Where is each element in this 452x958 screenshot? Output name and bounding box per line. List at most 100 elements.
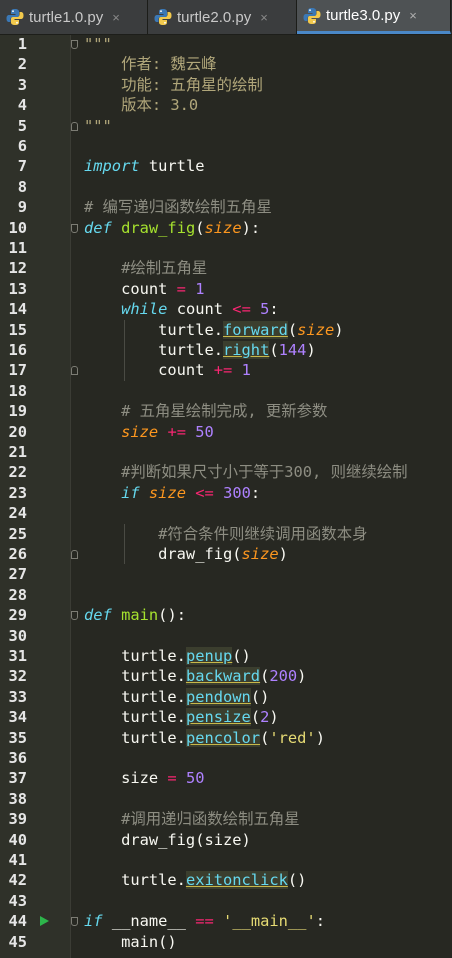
- fold-start-icon[interactable]: [71, 40, 78, 49]
- code-token: size: [84, 769, 168, 788]
- code-line[interactable]: if __name__ == '__main__':: [84, 911, 325, 931]
- line-number: 36: [8, 749, 27, 767]
- code-token: 5: [260, 300, 270, 319]
- line-number: 1: [17, 35, 27, 53]
- code-line[interactable]: turtle.forward(size): [84, 320, 344, 340]
- code-line[interactable]: """: [84, 34, 112, 54]
- code-line[interactable]: def draw_fig(size):: [84, 218, 260, 238]
- indent-guide: [124, 319, 125, 381]
- code-token: turtle.: [84, 341, 223, 359]
- code-token: #调用递归函数绘制五角星: [84, 810, 300, 829]
- tab-label: turtle2.0.py: [177, 8, 252, 26]
- code-line[interactable]: 版本: 3.0: [84, 95, 198, 115]
- line-number: 44: [8, 912, 27, 931]
- tab-turtle1-0-py[interactable]: turtle1.0.py ×: [0, 0, 148, 34]
- code-token: penup: [185, 647, 233, 665]
- code-line[interactable]: turtle.pencolor('red'): [84, 728, 325, 748]
- code-line[interactable]: size = 50: [84, 768, 205, 788]
- line-number: 23: [8, 483, 27, 502]
- code-token: ):: [241, 218, 261, 237]
- code-line[interactable]: """: [84, 116, 112, 136]
- close-icon[interactable]: ×: [112, 10, 120, 25]
- code-line[interactable]: size += 50: [84, 422, 214, 442]
- code-line[interactable]: count = 1: [84, 279, 204, 299]
- code-token: ): [306, 341, 316, 359]
- code-editor[interactable]: 1 2 3 4 5 6 7 8 9 10 11 12 13 14 15 16 17 18 19 20 21 22 23 24 2…: [0, 35, 452, 958]
- code-line[interactable]: turtle.exitonclick(): [84, 870, 306, 890]
- code-line[interactable]: def main():: [84, 605, 186, 625]
- line-number: 41: [8, 851, 27, 869]
- code-line[interactable]: #绘制五角星: [84, 258, 207, 278]
- line-number: 7: [17, 157, 27, 176]
- code-line[interactable]: turtle.penup(): [84, 646, 251, 666]
- line-number: 28: [8, 585, 27, 604]
- code-line[interactable]: 作者: 魏云峰: [84, 54, 217, 74]
- code-line[interactable]: #调用递归函数绘制五角星: [84, 809, 300, 829]
- line-number: 10: [8, 218, 27, 237]
- code-line[interactable]: turtle.backward(200): [84, 666, 306, 686]
- tab-turtle3-0-py[interactable]: turtle3.0.py ×: [297, 0, 451, 34]
- line-number: 13: [8, 279, 27, 298]
- code-line[interactable]: main(): [84, 932, 177, 952]
- code-line[interactable]: # 编写递归函数绘制五角星: [84, 197, 272, 217]
- code-line[interactable]: if size <= 300:: [84, 483, 260, 503]
- code-line[interactable]: draw_fig(size): [84, 830, 251, 850]
- code-token: (): [250, 687, 270, 706]
- line-number: 12: [8, 259, 27, 278]
- fold-end-icon[interactable]: [71, 550, 78, 559]
- fold-start-icon[interactable]: [71, 611, 78, 621]
- code-token: 1: [241, 361, 251, 380]
- code-line[interactable]: #符合条件则继续调用函数本身: [84, 524, 367, 544]
- code-token: ): [334, 320, 344, 339]
- code-token: turtle.: [84, 320, 223, 339]
- code-token: ): [269, 708, 279, 727]
- line-number: 15: [8, 320, 27, 339]
- python-file-icon: [6, 8, 24, 26]
- code-line[interactable]: turtle.right(144): [84, 340, 316, 360]
- line-number: 4: [17, 96, 27, 115]
- code-token: ): [297, 667, 307, 686]
- code-token: turtle.: [84, 728, 186, 747]
- code-token: draw_fig: [121, 218, 196, 237]
- line-number: 5: [17, 116, 27, 135]
- code-line[interactable]: turtle.pensize(2): [84, 707, 279, 727]
- code-token: """: [84, 35, 112, 53]
- fold-start-icon[interactable]: [71, 917, 78, 927]
- code-line[interactable]: # 五角星绘制完成, 更新参数: [84, 401, 327, 421]
- code-token: if: [84, 912, 103, 931]
- code-token: (: [269, 341, 279, 359]
- code-token: <=: [195, 483, 214, 502]
- code-token: # 五角星绘制完成, 更新参数: [84, 402, 328, 421]
- line-number: 20: [8, 422, 27, 441]
- code-line[interactable]: 功能: 五角星的绘制: [84, 75, 263, 95]
- code-line[interactable]: while count <= 5:: [84, 299, 279, 319]
- code-token: __name__: [102, 912, 196, 931]
- code-token: import: [84, 157, 140, 176]
- code-token: 50: [185, 769, 205, 788]
- code-token: pencolor: [185, 728, 261, 747]
- code-area[interactable]: """ 作者: 魏云峰 功能: 五角星的绘制 版本: 3.0 """ import …: [70, 35, 452, 958]
- code-line[interactable]: import turtle: [84, 156, 204, 176]
- close-icon[interactable]: ×: [409, 8, 417, 23]
- code-token: """: [84, 116, 112, 135]
- run-icon[interactable]: [40, 916, 49, 927]
- close-icon[interactable]: ×: [260, 10, 268, 25]
- tab-label: turtle3.0.py: [326, 7, 401, 24]
- fold-start-icon[interactable]: [71, 223, 78, 233]
- fold-end-icon[interactable]: [71, 366, 78, 376]
- tab-turtle2-0-py[interactable]: turtle2.0.py ×: [148, 0, 297, 34]
- code-token: draw_fig(: [84, 545, 242, 563]
- fold-end-icon[interactable]: [71, 121, 78, 131]
- code-line[interactable]: turtle.pendown(): [84, 687, 269, 707]
- code-line[interactable]: count += 1: [84, 360, 251, 380]
- code-line[interactable]: draw_fig(size): [84, 544, 288, 564]
- code-token: def: [84, 218, 112, 237]
- editor-tab-bar: turtle1.0.py × turtle2.0.py × turtle3.0.py ×: [0, 0, 452, 35]
- code-token: :: [269, 300, 279, 319]
- code-line[interactable]: #判断如果尺寸小于等于300, 则继续绘制: [84, 462, 407, 482]
